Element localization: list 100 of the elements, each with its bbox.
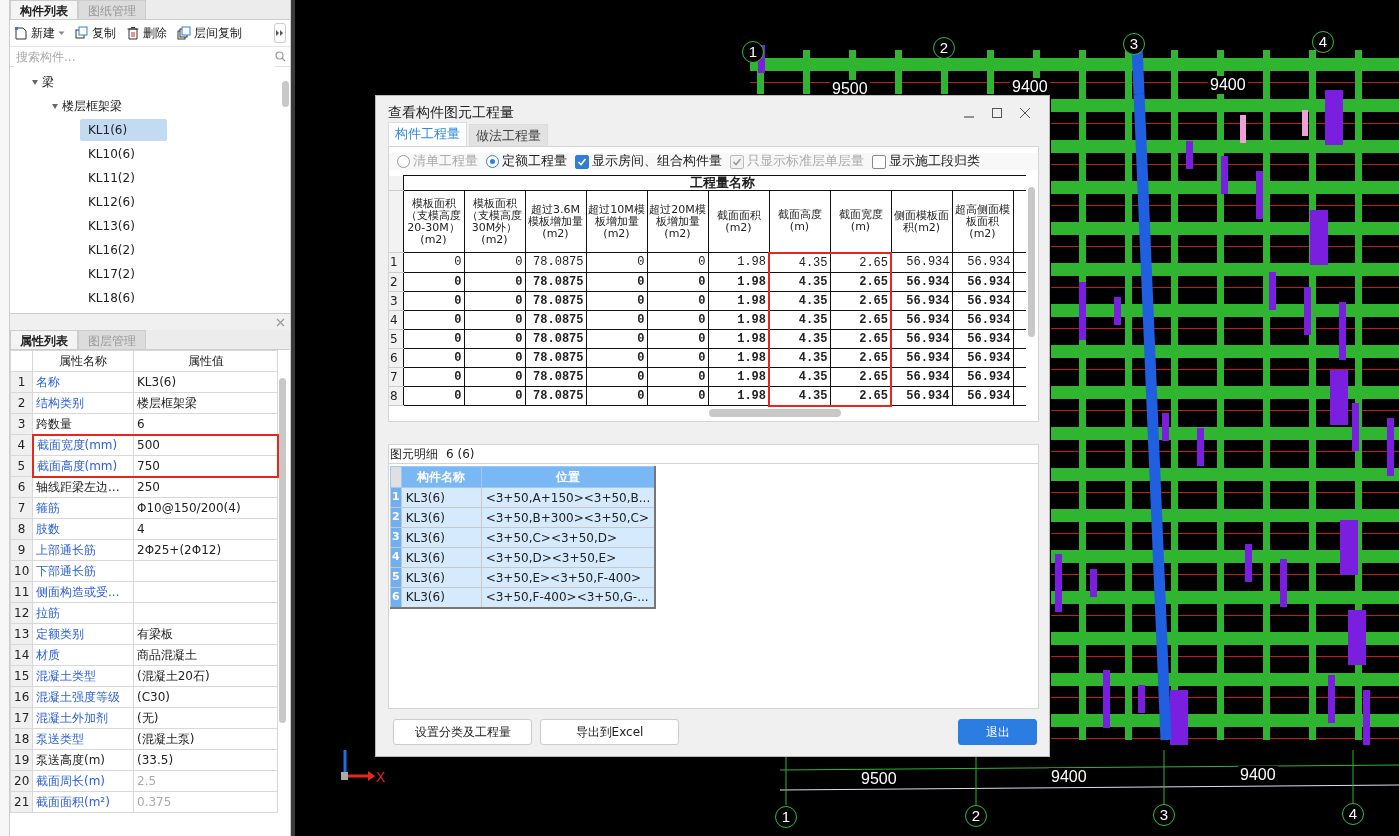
property-value[interactable]: Φ10@150/200(4) — [133, 497, 278, 519]
tree-item[interactable]: KL18(6) — [80, 287, 143, 309]
double-arrow-icon — [276, 29, 284, 36]
more-button[interactable] — [274, 23, 286, 43]
tree-item[interactable]: KL1(6) — [80, 119, 168, 141]
tree-item[interactable]: KL13(6) — [80, 215, 143, 237]
toolbar-button[interactable]: 新建 — [14, 24, 65, 42]
row-number: 7 — [10, 497, 33, 519]
property-name[interactable]: 肢数 — [32, 518, 134, 540]
section-label: 图元明细 — [390, 446, 438, 463]
property-name[interactable]: 定额类别 — [32, 623, 134, 645]
checkbox[interactable]: 显示房间、组合构件量 — [575, 152, 722, 171]
table-cell: 2.65 — [830, 367, 891, 386]
tree-item[interactable]: KL12(6) — [80, 191, 143, 213]
scrollbar-thumb[interactable] — [709, 409, 841, 417]
table-cell: 4.35 — [769, 367, 830, 386]
tab[interactable]: 构件列表 — [10, 0, 78, 19]
property-value[interactable] — [133, 602, 278, 624]
property-value[interactable]: KL3(6) — [133, 371, 278, 393]
property-value[interactable]: 4 — [133, 518, 278, 540]
table-cell: 2.65 — [830, 291, 891, 310]
row-number: 19 — [10, 749, 33, 771]
caret-icon[interactable] — [52, 103, 58, 109]
property-value[interactable]: 商品混凝土 — [133, 644, 278, 666]
property-value[interactable]: 750 — [133, 455, 278, 477]
tree-item[interactable]: 楼层框架梁 — [60, 95, 130, 117]
property-value[interactable]: 250 — [133, 476, 278, 498]
table-cell: 56.934 — [891, 252, 952, 272]
row-number: 20 — [10, 770, 33, 792]
toolbar-button[interactable]: 层间复制 — [177, 24, 242, 42]
table-cell: 56.934 — [891, 367, 952, 386]
table-cell: 4.35 — [769, 310, 830, 329]
tree-item[interactable]: KL16(2) — [80, 239, 143, 261]
property-name[interactable]: 轴线距梁左边... — [32, 476, 134, 498]
table-cell: 0 — [464, 252, 525, 272]
scrollbar-thumb[interactable] — [282, 81, 289, 107]
tab[interactable]: 属性列表 — [10, 330, 78, 349]
property-name[interactable]: 混凝土外加剂 — [32, 707, 134, 729]
property-value[interactable] — [133, 581, 278, 603]
property-value[interactable]: 2Φ25+(2Φ12) — [133, 539, 278, 561]
property-name[interactable]: 混凝土类型 — [32, 665, 134, 687]
row-number: 18 — [10, 728, 33, 750]
table-cell: 0 — [464, 291, 525, 310]
property-value[interactable]: (C30) — [133, 686, 278, 708]
axis-label: 3 — [1123, 33, 1145, 55]
tree-item[interactable]: KL17(2) — [80, 263, 143, 285]
row-number: 17 — [10, 707, 33, 729]
dialog-button[interactable]: 退出 — [958, 719, 1037, 745]
row-number: 4 — [10, 434, 33, 456]
table-cell: 0 — [586, 310, 647, 329]
property-name[interactable]: 结构类别 — [32, 392, 134, 414]
toolbar-button[interactable]: 删除 — [126, 24, 167, 42]
table-cell: 0 — [403, 367, 464, 386]
property-name[interactable]: 截面宽度(mm) — [32, 434, 134, 456]
caret-icon[interactable] — [32, 79, 38, 85]
table-cell: 56.934 — [952, 329, 1013, 348]
property-value[interactable] — [133, 560, 278, 582]
property-name[interactable]: 上部通长筋 — [32, 539, 134, 561]
property-name[interactable]: 泵送高度(m) — [32, 749, 134, 771]
radio-button[interactable]: 定额工程量 — [486, 152, 567, 171]
property-value[interactable]: 500 — [133, 434, 278, 456]
property-name[interactable]: 混凝土强度等级 — [32, 686, 134, 708]
property-value[interactable]: (混凝土泵) — [133, 728, 278, 750]
property-value[interactable]: (33.5) — [133, 749, 278, 771]
property-value[interactable]: 有梁板 — [133, 623, 278, 645]
property-name[interactable]: 名称 — [32, 371, 134, 393]
tab[interactable]: 做法工程量 — [469, 124, 548, 146]
property-name[interactable]: 下部通长筋 — [32, 560, 134, 582]
property-name[interactable]: 箍筋 — [32, 497, 134, 519]
table-cell: 78.0875 — [525, 272, 586, 291]
table-cell: 56.934 — [891, 348, 952, 367]
checkbox[interactable]: 显示施工段归类 — [872, 152, 980, 171]
count-label: 6 (6) — [446, 446, 475, 463]
tree-item[interactable]: KL11(2) — [80, 167, 143, 189]
scrollbar-thumb[interactable] — [1028, 187, 1035, 337]
table-cell: 0 — [403, 348, 464, 367]
minimize-icon — [964, 116, 974, 118]
property-name[interactable]: 截面面积(m²) — [32, 791, 134, 813]
property-value[interactable]: (混凝土20石) — [133, 665, 278, 687]
row-number: 13 — [10, 623, 33, 645]
property-value[interactable]: 楼层框架梁 — [133, 392, 278, 414]
property-value[interactable]: (无) — [133, 707, 278, 729]
property-name[interactable]: 泵送类型 — [32, 728, 134, 750]
property-name[interactable]: 拉筋 — [32, 602, 134, 624]
dialog-button[interactable]: 设置分类及工程量 — [393, 719, 532, 745]
property-name[interactable]: 材质 — [32, 644, 134, 666]
property-name[interactable]: 侧面构造或受... — [32, 581, 134, 603]
table-cell: 0 — [647, 386, 708, 406]
tree-item[interactable]: KL10(6) — [80, 143, 143, 165]
tree-item[interactable]: 梁 — [40, 71, 62, 93]
property-name[interactable]: 截面高度(mm) — [32, 455, 134, 477]
search-field[interactable]: 搜索构件... — [10, 47, 290, 67]
dialog-button[interactable]: 导出到Excel — [540, 719, 679, 745]
column-header: 侧面模板面积(m2) — [891, 190, 952, 253]
column-header: 超过3.6M模板增加量(m2) — [525, 190, 586, 253]
toolbar-button[interactable]: 复制 — [75, 24, 116, 42]
property-name[interactable]: 截面周长(m) — [32, 770, 134, 792]
scrollbar-thumb[interactable] — [279, 378, 286, 723]
tab[interactable]: 构件工程量 — [388, 122, 467, 146]
table-cell: 0 — [586, 329, 647, 348]
